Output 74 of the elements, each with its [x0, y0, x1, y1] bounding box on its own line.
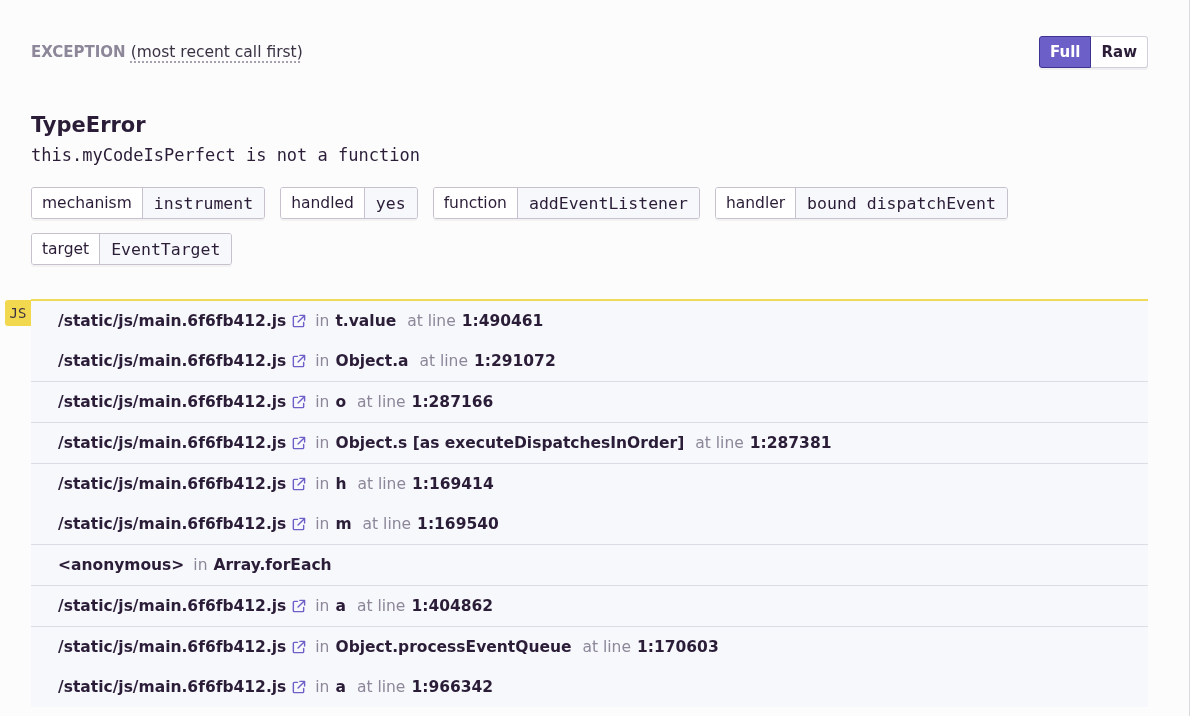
external-link-icon[interactable] — [291, 313, 307, 329]
frame-line-number: 1:966342 — [411, 678, 494, 696]
frame-file: <anonymous> — [58, 556, 185, 574]
frame-line-number: 1:169540 — [417, 515, 499, 533]
frame-line-number: 1:291072 — [474, 352, 556, 370]
frame-line-number: 1:287166 — [411, 393, 494, 411]
external-link-icon[interactable] — [291, 679, 307, 695]
tag-key[interactable]: target — [32, 234, 101, 264]
frame-function: Object.s [as executeDispatchesInOrder] — [335, 434, 685, 452]
external-link-icon[interactable] — [291, 516, 307, 532]
frame-function: Object.processEventQueue — [335, 638, 572, 656]
line-label: at line — [356, 678, 406, 696]
tag-value[interactable]: addEventListener — [517, 188, 699, 218]
view-toggle-button[interactable]: Full — [1039, 36, 1092, 68]
line-label: at line — [407, 312, 456, 330]
in-label: in — [315, 393, 330, 411]
in-label: in — [315, 678, 330, 696]
in-label: in — [315, 515, 330, 533]
line-label: at line — [582, 638, 631, 656]
tag-key[interactable]: handled — [281, 188, 365, 218]
external-link-icon[interactable] — [291, 639, 307, 655]
frame-file: /static/js/main.6f6fb412.js — [58, 352, 287, 370]
in-label: in — [315, 312, 330, 330]
frame-file: /static/js/main.6f6fb412.js — [58, 597, 287, 615]
error-type: TypeError — [31, 112, 147, 138]
external-link-icon[interactable] — [291, 435, 307, 451]
platform-badge: JS — [5, 300, 31, 326]
tag-value[interactable]: bound dispatchEvent — [796, 188, 1007, 218]
line-label: at line — [357, 393, 406, 411]
frame-file: /static/js/main.6f6fb412.js — [58, 475, 287, 493]
in-label: in — [193, 556, 208, 574]
frame-function: m — [335, 515, 352, 533]
tag-value[interactable]: yes — [364, 188, 417, 218]
frame-file: /static/js/main.6f6fb412.js — [58, 312, 287, 330]
tag-key[interactable]: mechanism — [32, 188, 143, 218]
frame-line-number: 1:170603 — [637, 638, 719, 656]
frame-function: Array.forEach — [213, 556, 332, 574]
frame-function: a — [335, 678, 346, 696]
order-note-link[interactable]: (most recent call first) — [130, 43, 303, 61]
line-label: at line — [695, 434, 744, 452]
line-label: at line — [362, 515, 412, 533]
in-label: in — [315, 352, 330, 370]
frame-function: o — [335, 393, 347, 411]
frame-file: /static/js/main.6f6fb412.js — [58, 393, 287, 411]
frame-function: t.value — [335, 312, 397, 330]
frame-function: Object.a — [335, 352, 409, 370]
frame-file: /static/js/main.6f6fb412.js — [58, 638, 287, 656]
in-label: in — [315, 434, 330, 452]
frame-file: /static/js/main.6f6fb412.js — [58, 678, 287, 696]
tag-key[interactable]: handler — [715, 188, 797, 218]
in-label: in — [315, 638, 330, 656]
tag-value[interactable]: instrument — [142, 188, 265, 218]
tag-value[interactable]: EventTarget — [100, 234, 232, 264]
external-link-icon[interactable] — [291, 394, 307, 410]
external-link-icon[interactable] — [291, 353, 307, 369]
frame-line-number: 1:490461 — [461, 312, 544, 330]
frame-function: h — [335, 475, 347, 493]
external-link-icon[interactable] — [291, 476, 307, 492]
error-message: this.myCodeIsPerfect is not a function — [31, 145, 421, 165]
view-toggle-button[interactable]: Raw — [1091, 36, 1148, 68]
frame-file: /static/js/main.6f6fb412.js — [58, 434, 287, 452]
tag-key[interactable]: function — [433, 188, 518, 218]
frame-line-number: 1:169414 — [412, 475, 494, 493]
frame-function: a — [335, 597, 346, 615]
frame-line-number: 1:404862 — [411, 597, 494, 615]
line-label: at line — [356, 597, 406, 615]
line-label: at line — [419, 352, 468, 370]
in-label: in — [315, 475, 330, 493]
frame-line-number: 1:287381 — [749, 434, 832, 452]
frame-file: /static/js/main.6f6fb412.js — [58, 515, 287, 533]
section-heading: EXCEPTION — [31, 43, 126, 61]
line-label: at line — [357, 475, 406, 493]
in-label: in — [315, 597, 330, 615]
external-link-icon[interactable] — [291, 598, 307, 614]
